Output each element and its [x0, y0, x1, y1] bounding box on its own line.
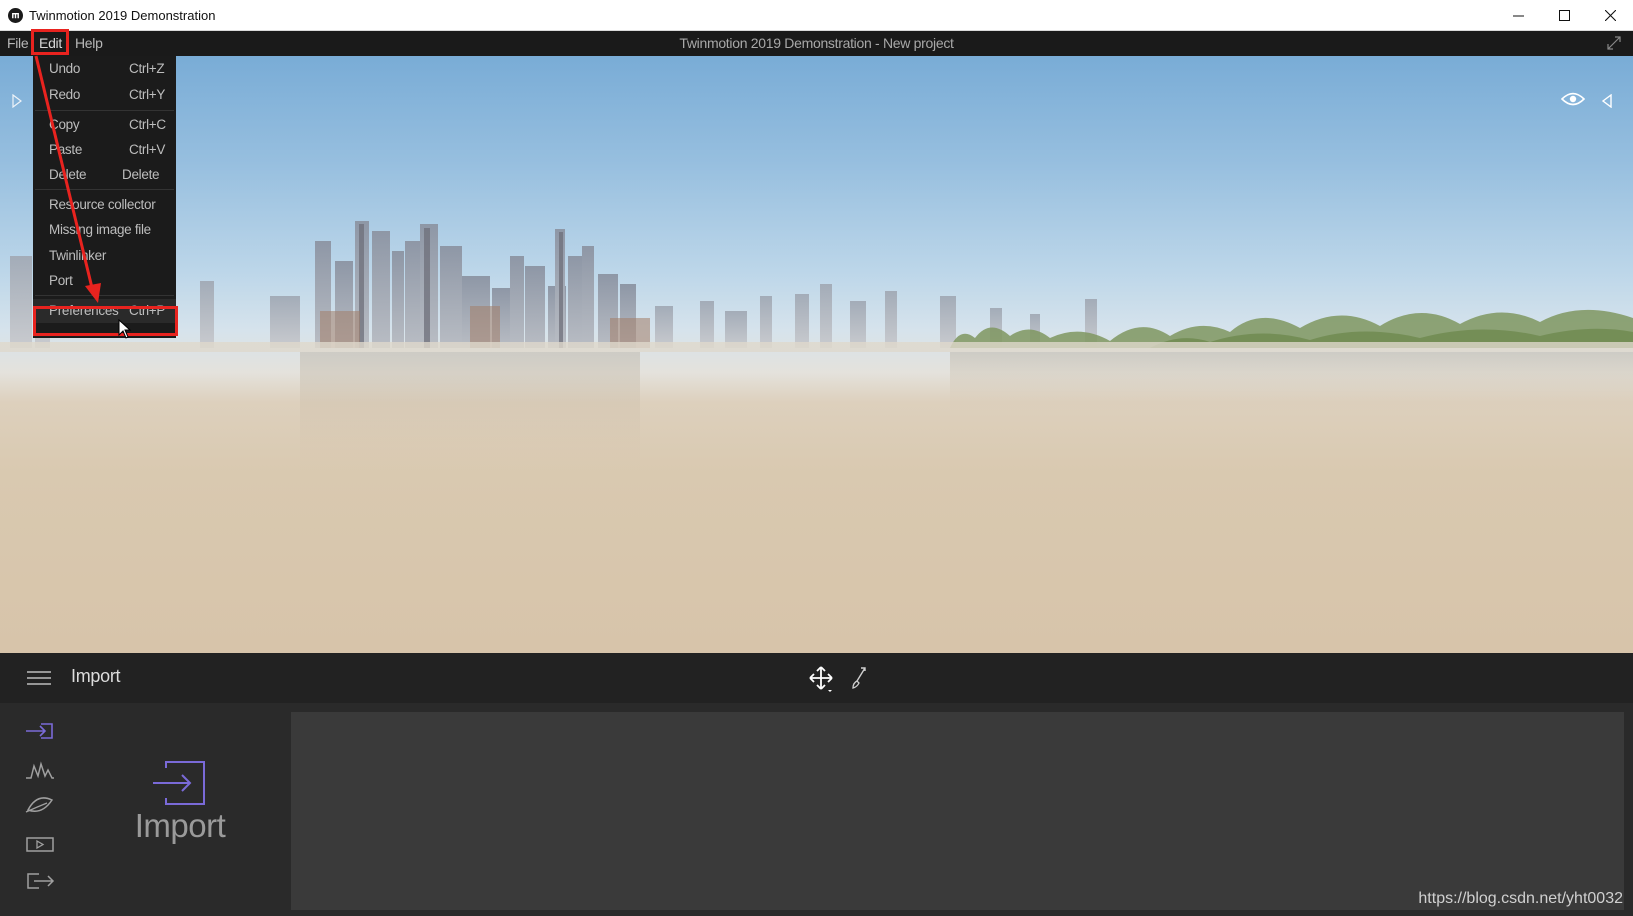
menu-item-copy[interactable]: Copy Ctrl+C	[33, 113, 176, 137]
close-button[interactable]	[1587, 0, 1633, 31]
menu-item-shortcut: Ctrl+Z	[129, 61, 165, 76]
menu-item-label: Port	[49, 273, 73, 288]
menu-item-shortcut: Ctrl+C	[129, 117, 166, 132]
move-tool-icon[interactable]	[808, 666, 834, 692]
menu-item-shortcut: Ctrl+Y	[129, 87, 166, 102]
menu-help[interactable]: Help	[75, 31, 103, 56]
minimize-icon	[1512, 15, 1524, 17]
import-large-icon[interactable]	[152, 760, 208, 806]
maximize-icon	[1558, 10, 1570, 21]
paint-brush-icon[interactable]	[849, 667, 869, 689]
menu-item-resource-collector[interactable]: Resource collector	[33, 193, 176, 217]
menu-item-port[interactable]: Port	[33, 269, 176, 293]
fullscreen-icon[interactable]	[1607, 36, 1621, 50]
bottom-toolbar: Import	[0, 653, 1633, 703]
menu-item-undo[interactable]: Undo Ctrl+Z	[33, 57, 176, 81]
menu-bar: Twinmotion 2019 Demonstration - New proj…	[0, 31, 1633, 56]
menu-item-paste[interactable]: Paste Ctrl+V	[33, 138, 176, 162]
city-skyline-scene	[0, 221, 1633, 472]
project-title: Twinmotion 2019 Demonstration - New proj…	[679, 35, 954, 51]
toolbar-title: Import	[71, 666, 121, 686]
expand-right-panel-icon[interactable]	[1601, 94, 1613, 108]
menu-item-shortcut: Ctrl+P	[129, 303, 166, 318]
menu-item-label: Missing image file	[49, 222, 151, 237]
context-icon[interactable]	[25, 760, 55, 780]
edit-dropdown-menu: Undo Ctrl+Z Redo Ctrl+Y Copy Ctrl+C Past…	[33, 56, 176, 338]
menu-item-missing-image-file[interactable]: Missing image file	[33, 218, 176, 242]
menu-item-twinlinker[interactable]: Twinlinker	[33, 244, 176, 268]
minimize-button[interactable]	[1495, 0, 1541, 31]
menu-item-label: Paste	[49, 142, 83, 157]
menu-item-label: Copy	[49, 117, 80, 132]
export-icon[interactable]	[25, 871, 55, 891]
import-section-label[interactable]: Import	[130, 807, 230, 845]
mouse-cursor-icon	[118, 319, 132, 339]
menu-item-redo[interactable]: Redo Ctrl+Y	[33, 83, 176, 107]
hamburger-menu-icon[interactable]	[27, 670, 51, 686]
menu-item-shortcut: Delete	[122, 167, 160, 182]
menu-file[interactable]: File	[7, 31, 29, 56]
menu-item-preferences[interactable]: Preferences Ctrl+P	[33, 299, 176, 323]
settings-icon[interactable]	[25, 795, 55, 815]
viewport-3d[interactable]	[0, 56, 1633, 653]
watermark-text: https://blog.csdn.net/yht0032	[1418, 890, 1623, 907]
menu-item-label: Resource collector	[49, 197, 156, 212]
expand-left-panel-icon[interactable]	[11, 94, 23, 108]
menu-edit[interactable]: Edit	[33, 31, 68, 56]
window-title: Twinmotion 2019 Demonstration	[29, 7, 216, 23]
menu-item-label: Delete	[49, 167, 87, 182]
maximize-button[interactable]	[1541, 0, 1587, 31]
menu-item-label: Preferences	[49, 303, 119, 318]
import-content-area[interactable]	[291, 712, 1624, 910]
eye-icon[interactable]	[1561, 91, 1585, 107]
app-logo-icon	[8, 7, 23, 23]
menu-item-label: Twinlinker	[49, 248, 107, 263]
import-panel: Import https://blog.csdn.net/yht0032	[0, 703, 1633, 916]
window-title-bar: Twinmotion 2019 Demonstration	[0, 0, 1633, 31]
menu-item-label: Undo	[49, 61, 81, 76]
menu-separator	[35, 189, 174, 190]
menu-separator	[35, 110, 174, 111]
menu-separator	[35, 295, 174, 296]
menu-item-label: Redo	[49, 87, 81, 102]
close-icon	[1604, 10, 1616, 21]
import-icon[interactable]	[25, 721, 55, 741]
media-icon[interactable]	[25, 834, 55, 854]
menu-item-shortcut: Ctrl+V	[129, 142, 166, 157]
menu-item-delete[interactable]: Delete Delete	[33, 163, 176, 187]
